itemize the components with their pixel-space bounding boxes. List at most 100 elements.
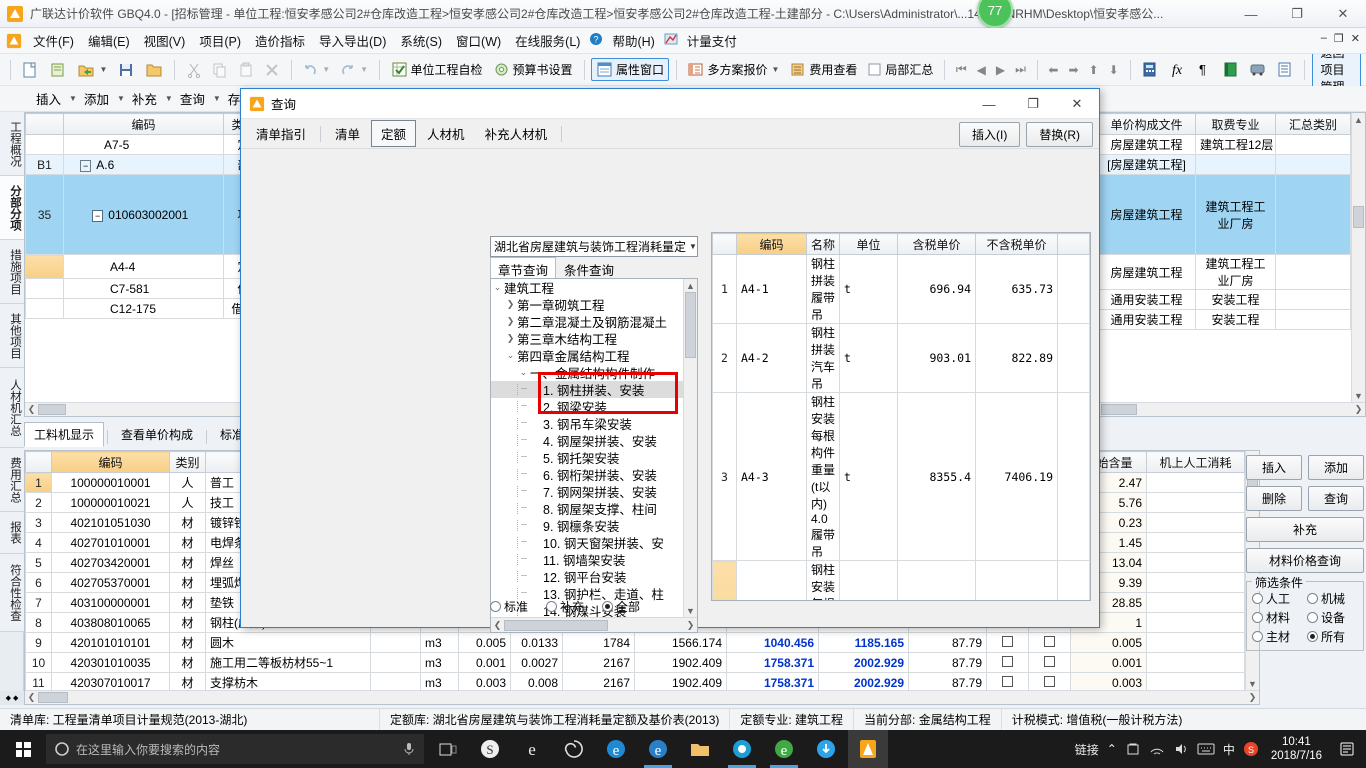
scroll-down-icon[interactable]: ▼ — [1246, 677, 1259, 690]
tree-node[interactable]: ┄ 2. 钢梁安装 — [491, 398, 697, 415]
col-unit[interactable]: 单位 — [839, 233, 898, 255]
tree-node[interactable]: ┄ 4. 钢屋架拼装、安装 — [491, 432, 697, 449]
col-code[interactable]: 编码 — [51, 451, 170, 473]
nav-first-icon[interactable]: ⏮ — [952, 60, 971, 79]
delete-icon[interactable] — [260, 60, 284, 80]
sidebar-item-reports[interactable]: 报表 — [0, 512, 24, 554]
mdi-restore[interactable]: ❐ — [1334, 32, 1344, 45]
tree-expanded-icon[interactable]: ⌄ — [517, 367, 530, 378]
cell-estimate-checkbox[interactable] — [986, 652, 1029, 673]
volume-icon[interactable] — [1173, 741, 1189, 757]
tree-node[interactable]: ❯ 第三章木结构工程 — [491, 330, 697, 347]
tree-collapse-icon[interactable]: − — [92, 209, 104, 222]
tab-quota[interactable]: 定额 — [371, 120, 417, 147]
dialog-minimize-button[interactable]: — — [967, 89, 1011, 119]
col-blank[interactable] — [1057, 233, 1090, 255]
radio-icon[interactable] — [1252, 631, 1263, 642]
supplement-menu[interactable]: 补充 — [126, 87, 163, 110]
gbq-icon[interactable] — [848, 730, 888, 768]
table-row[interactable]: [房屋建筑工程] — [1097, 154, 1351, 175]
nav-next-icon[interactable]: ▶ — [992, 61, 1009, 79]
vscroll-thumb[interactable] — [1353, 206, 1364, 228]
edge-icon[interactable]: e — [596, 730, 636, 768]
multi-quote-caret[interactable]: ▼ — [771, 65, 779, 74]
tree-collapse-icon[interactable]: − — [80, 159, 92, 172]
close-button[interactable]: ✕ — [1320, 0, 1366, 28]
menu-item-view[interactable]: 视图(V) — [137, 28, 193, 53]
network-icon[interactable] — [1149, 741, 1165, 757]
mdi-close[interactable]: ✕ — [1351, 32, 1360, 45]
fee-view-button[interactable]: 费用查看 — [785, 59, 861, 80]
add-menu[interactable]: 添加 — [78, 87, 115, 110]
tab-supplement-labor-material[interactable]: 补充人材机 — [476, 121, 557, 146]
add-caret[interactable]: ▼ — [117, 94, 125, 103]
tree-collapsed-icon[interactable]: ❯ — [504, 316, 517, 327]
col-machine-labor[interactable]: 机上人工消耗 — [1146, 451, 1245, 473]
tree-node[interactable]: ┄ 5. 钢托架安装 — [491, 449, 697, 466]
radio-icon[interactable] — [1307, 612, 1318, 623]
notification-center-icon[interactable] — [1334, 730, 1360, 768]
menu-item-system[interactable]: 系统(S) — [393, 28, 449, 53]
scope-all[interactable]: 全部 — [602, 598, 640, 615]
folder-icon[interactable] — [680, 730, 720, 768]
col-code[interactable]: 编码 — [736, 233, 807, 255]
keyboard-icon[interactable] — [1197, 742, 1215, 756]
tree-node[interactable]: ┄ 3. 钢吊车梁安装 — [491, 415, 697, 432]
table-row[interactable]: 房屋建筑工程 建筑工程工业厂房 — [1097, 254, 1351, 290]
menu-item-window[interactable]: 窗口(W) — [449, 28, 508, 53]
open-icon[interactable]: ▼ — [73, 59, 111, 81]
local-summary-button[interactable]: 局部汇总 — [863, 59, 937, 80]
edge-legacy-icon[interactable]: e — [512, 730, 552, 768]
sidebar-item-measures[interactable]: 措施项目 — [0, 240, 24, 304]
scroll-right-icon[interactable]: ❯ — [1352, 403, 1365, 416]
properties-window-button[interactable]: 属性窗口 — [590, 58, 669, 81]
col-rownum[interactable] — [25, 113, 64, 135]
move-up-icon[interactable]: ⬆ — [1085, 61, 1103, 79]
dialog-close-button[interactable]: ✕ — [1055, 89, 1099, 119]
tree-node[interactable]: ┄ 8. 钢屋架支撑、柱间 — [491, 500, 697, 517]
nav-prev-icon[interactable]: ◀ — [973, 61, 990, 79]
scroll-down-icon[interactable]: ◆ — [13, 694, 18, 702]
scroll-left-icon[interactable]: ❮ — [491, 619, 504, 632]
list-icon[interactable] — [1272, 59, 1297, 80]
nav-last-icon[interactable]: ⏭ — [1011, 60, 1030, 79]
menu-item-online-service[interactable]: 在线服务(L) — [508, 28, 587, 53]
scroll-right-icon[interactable]: ❯ — [1246, 691, 1259, 704]
scope-supplement[interactable]: 补充 — [546, 598, 584, 615]
budget-settings-button[interactable]: 预算书设置 — [489, 59, 577, 80]
radio-icon[interactable] — [490, 601, 501, 612]
scroll-up-icon[interactable]: ▲ — [684, 279, 697, 292]
sidebar-scroll-arrows[interactable]: ◆ ◆ — [0, 691, 24, 705]
self-check-button[interactable]: 单位工程自检 — [387, 59, 487, 80]
filter-material[interactable]: 材料 — [1252, 609, 1303, 626]
book-icon[interactable] — [1218, 59, 1243, 80]
save-icon[interactable] — [113, 59, 139, 81]
sidebar-item-division[interactable]: 分部分项 — [0, 176, 24, 240]
sidebar-item-fee-summary[interactable]: 费用汇总 — [0, 448, 24, 512]
redo-icon[interactable]: ▼ — [336, 60, 372, 80]
col-rownum[interactable] — [712, 233, 737, 255]
tab-list[interactable]: 清单 — [326, 121, 369, 146]
tree-node[interactable]: ┄ 10. 钢天窗架拼装、安 — [491, 534, 697, 551]
radio-icon[interactable] — [1252, 612, 1263, 623]
move-down-icon[interactable]: ⬇ — [1105, 61, 1123, 79]
sidebar-item-project-overview[interactable]: 工程概况 — [0, 112, 24, 176]
menu-item-help[interactable]: 帮助(H) — [605, 28, 661, 53]
supplement-button[interactable]: 补充 — [1246, 517, 1364, 542]
undo-caret[interactable]: ▼ — [322, 65, 330, 74]
move-left-icon[interactable]: ⬅ — [1044, 61, 1062, 79]
chrome-icon[interactable] — [722, 730, 762, 768]
new-file-icon[interactable] — [17, 59, 43, 81]
sidebar-item-compliance-check[interactable]: 符合性检查 — [0, 554, 24, 632]
menu-item-edit[interactable]: 编辑(E) — [81, 28, 137, 53]
filter-all[interactable]: 所有 — [1307, 628, 1358, 645]
filter-labor[interactable]: 人工 — [1252, 590, 1303, 607]
microphone-icon[interactable] — [402, 741, 416, 757]
radio-icon[interactable] — [602, 601, 614, 612]
right-grid-hscrollbar[interactable]: ❯ — [1097, 402, 1365, 416]
delete-button[interactable]: 删除 — [1246, 486, 1302, 511]
scroll-up-icon[interactable]: ◆ — [6, 694, 11, 702]
task-view-icon[interactable] — [428, 730, 468, 768]
mdi-minimize[interactable]: – — [1321, 32, 1327, 45]
bottom-grid-hscrollbar[interactable]: ❮ ❯ — [25, 690, 1259, 704]
